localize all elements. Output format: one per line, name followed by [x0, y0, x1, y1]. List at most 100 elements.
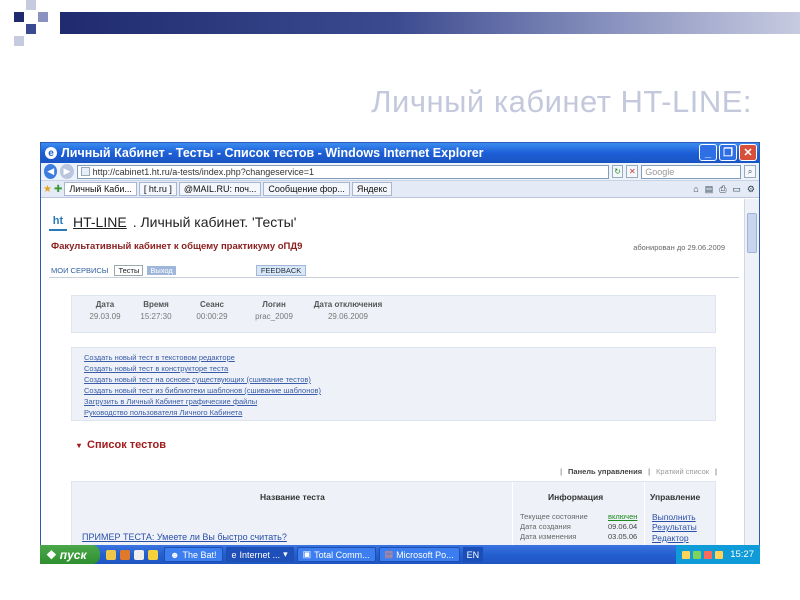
- tray-icon[interactable]: [704, 550, 713, 559]
- view-switcher: | Панель управления | Краткий список |: [560, 467, 717, 476]
- vertical-scrollbar[interactable]: [744, 199, 759, 547]
- url-field[interactable]: http://cabinet1.ht.ru/a-tests/index.php?…: [76, 164, 609, 179]
- menu-feedback[interactable]: FEEDBACK: [255, 265, 307, 276]
- task-the-bat[interactable]: ☻ The Bat!: [164, 547, 223, 562]
- view-short-list[interactable]: Краткий список: [656, 467, 709, 476]
- col-divider: [512, 482, 513, 547]
- tab-cabinet[interactable]: Личный Каби...: [64, 182, 137, 196]
- menu-tests[interactable]: Тесты: [114, 265, 144, 276]
- home-icon[interactable]: ⌂: [693, 184, 698, 195]
- link-create-text-editor[interactable]: Создать новый тест в текстовом редакторе: [84, 352, 703, 363]
- print-icon[interactable]: ⎙: [719, 184, 726, 195]
- editor-link[interactable]: Редактор: [652, 533, 689, 543]
- link-create-from-existing[interactable]: Создать новый тест на основе существующи…: [84, 374, 703, 385]
- address-bar: ◀ ▶ http://cabinet1.ht.ru/a-tests/index.…: [41, 163, 759, 181]
- deco-square: [14, 36, 24, 46]
- ht-logo-icon: ht: [49, 213, 67, 231]
- state-label: Текущее состояние: [520, 512, 588, 521]
- task-internet-explorer[interactable]: e Internet ... ▾: [225, 547, 294, 562]
- header-text: . Личный кабинет. 'Тесты': [132, 214, 297, 230]
- info-session: Сеанс 00:00:29: [196, 300, 228, 321]
- results-link[interactable]: Результаты: [652, 522, 697, 532]
- changed-label: Дата изменения: [520, 532, 577, 541]
- clock: 15:27: [730, 549, 754, 560]
- col-manage: Управление: [650, 492, 701, 502]
- menu-my-services[interactable]: МОИ СЕРВИСЫ: [49, 266, 110, 275]
- windows-logo-icon: ❖: [46, 547, 57, 562]
- menu-exit[interactable]: Выход: [147, 266, 176, 275]
- ppt-icon: ▤: [384, 549, 394, 559]
- tab-mail-ru[interactable]: @MAIL.RU: поч...: [178, 182, 262, 196]
- stop-icon[interactable]: ✕: [626, 165, 639, 178]
- action-links: Создать новый тест в текстовом редакторе…: [71, 347, 716, 421]
- minimize-button[interactable]: _: [699, 144, 717, 161]
- scrollbar-thumb[interactable]: [747, 213, 757, 253]
- start-button[interactable]: ❖ пуск: [40, 545, 100, 564]
- brand-link[interactable]: HT-LINE: [73, 214, 127, 230]
- task-total-commander[interactable]: ▣ Total Comm...: [296, 547, 376, 562]
- menu-divider: [49, 277, 739, 278]
- quicklaunch-icon[interactable]: [106, 549, 116, 560]
- tab-yandex[interactable]: Яндекс: [351, 182, 393, 196]
- favorites-star-icon[interactable]: ★: [43, 184, 52, 195]
- back-button[interactable]: ◀: [44, 164, 58, 179]
- ie-icon: e: [45, 147, 57, 159]
- taskbar: ❖ пуск ☻ The Bat! e Internet ... ▾ ▣ Total C…: [40, 545, 760, 564]
- state-value[interactable]: включен: [608, 512, 637, 521]
- info-disconnect-date: Дата отключения 29.06.2009: [313, 300, 383, 321]
- url-text: http://cabinet1.ht.ru/a-tests/index.php?…: [92, 166, 315, 177]
- bat-icon: ☻: [170, 549, 180, 560]
- tray-icon[interactable]: [693, 550, 702, 559]
- deco-square: [14, 12, 24, 22]
- window-titlebar: e Личный Кабинет - Тесты - Список тестов…: [41, 143, 759, 163]
- page-header: ht HT-LINE . Личный кабинет. 'Тесты': [49, 213, 296, 231]
- page-icon: [80, 167, 90, 176]
- page-menu-icon[interactable]: ▭: [732, 184, 741, 195]
- col-info: Информация: [548, 492, 604, 502]
- tab-ht-ru[interactable]: [ ht.ru ]: [138, 182, 177, 196]
- forward-button[interactable]: ▶: [60, 164, 74, 179]
- close-button[interactable]: ✕: [739, 144, 757, 161]
- tray-icon[interactable]: [682, 550, 691, 559]
- link-user-guide[interactable]: Руководство пользователя Личного Кабинет…: [84, 407, 703, 418]
- subscription-note: абонирован до 29.06.2009: [633, 243, 725, 252]
- add-favorite-icon[interactable]: ✚: [54, 184, 62, 195]
- slide-title: Личный кабинет HT-LINE:: [371, 84, 752, 119]
- quick-launch: [100, 549, 164, 560]
- search-input[interactable]: Google: [641, 164, 742, 179]
- tab-forum-message[interactable]: Сообщение фор...: [263, 182, 350, 196]
- col-test-name: Название теста: [260, 492, 325, 502]
- deco-gradient-bar: [60, 12, 800, 34]
- tests-table: Название теста Информация Управление ПРИ…: [71, 481, 716, 547]
- maximize-button[interactable]: ❐: [719, 144, 737, 161]
- created-label: Дата создания: [520, 522, 571, 531]
- created-value: 09.06.04: [608, 522, 638, 531]
- info-time: Время 15:27:30: [140, 300, 172, 321]
- refresh-icon[interactable]: ↻: [611, 165, 624, 178]
- quicklaunch-icon[interactable]: [134, 549, 144, 560]
- task-powerpoint[interactable]: ▤ Microsoft Po...: [378, 547, 460, 562]
- info-login: Логин prac_2009: [255, 300, 293, 321]
- run-test-link[interactable]: Выполнить: [652, 512, 696, 522]
- feeds-icon[interactable]: ▤: [705, 184, 714, 195]
- language-indicator[interactable]: EN: [462, 547, 484, 562]
- tc-icon: ▣: [302, 549, 312, 559]
- ie-task-icon: e: [231, 549, 237, 560]
- quicklaunch-icon[interactable]: [148, 549, 158, 560]
- browser-window: e Личный Кабинет - Тесты - Список тестов…: [40, 142, 760, 564]
- tools-menu-icon[interactable]: ⚙: [747, 184, 755, 195]
- service-menu: МОИ СЕРВИСЫ Тесты Выход FEEDBACK: [49, 265, 307, 276]
- session-info: Дата 29.03.09 Время 15:27:30 Сеанс 00:00…: [71, 295, 716, 333]
- col-divider: [644, 482, 645, 547]
- tray-icon[interactable]: [715, 550, 724, 559]
- search-icon[interactable]: ⌕: [744, 165, 756, 178]
- chevron-down-icon: ▾: [283, 549, 288, 559]
- link-create-constructor[interactable]: Создать новый тест в конструкторе теста: [84, 363, 703, 374]
- info-date: Дата 29.03.09: [89, 300, 121, 321]
- quicklaunch-icon[interactable]: [120, 549, 130, 560]
- view-control-panel[interactable]: Панель управления: [568, 467, 642, 476]
- link-create-from-templates[interactable]: Создать новый тест из библиотеки шаблоно…: [84, 385, 703, 396]
- link-upload-images[interactable]: Загрузить в Личный Кабинет графические ф…: [84, 396, 703, 407]
- test-name-link[interactable]: ПРИМЕР ТЕСТА: Умеете ли Вы быстро считат…: [82, 532, 287, 542]
- test-list-title: ▾ Список тестов: [77, 439, 166, 451]
